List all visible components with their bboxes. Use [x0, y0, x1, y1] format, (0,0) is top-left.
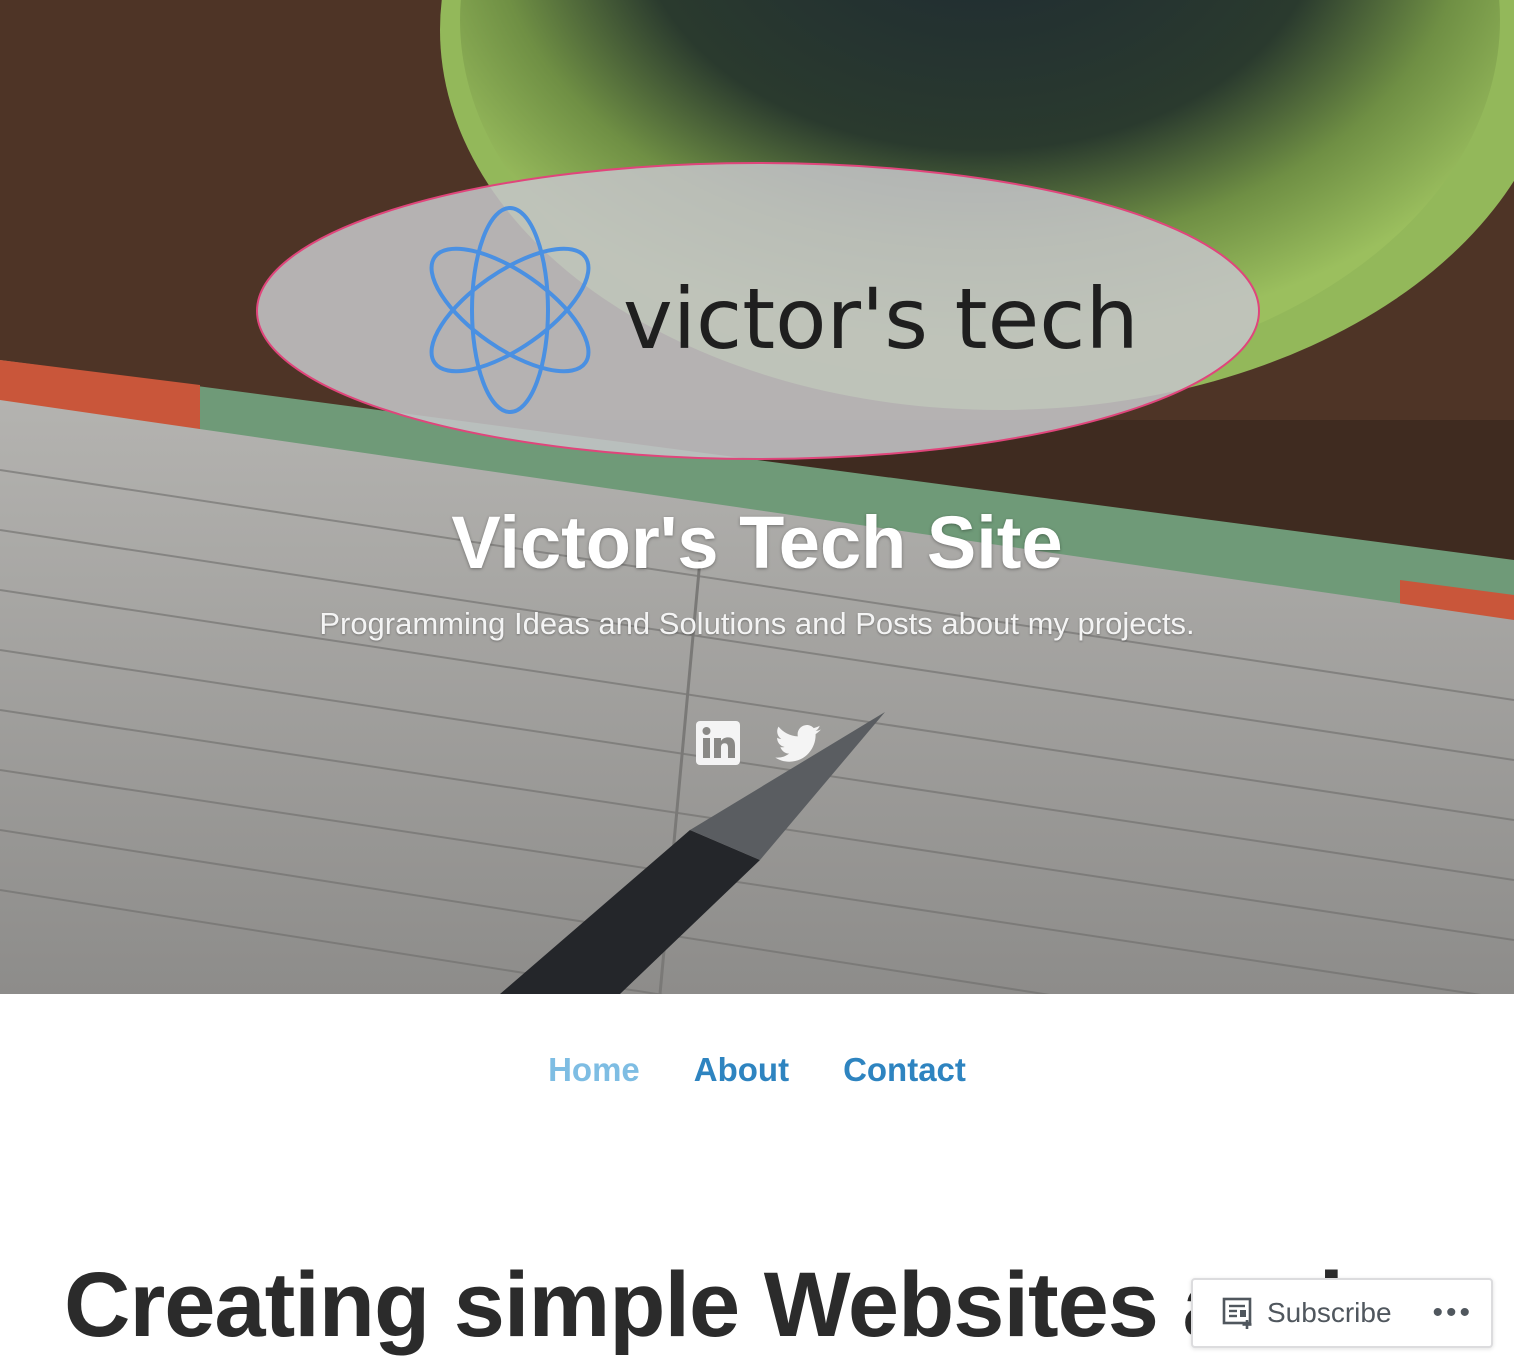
site-logo[interactable]: victor's tech: [255, 160, 1261, 462]
linkedin-icon: [696, 721, 740, 765]
subscribe-button-label[interactable]: Subscribe: [1267, 1297, 1392, 1329]
post-title[interactable]: Creating simple Websites and: [64, 1250, 1344, 1360]
social-links: [695, 720, 825, 770]
twitter-icon: [775, 725, 821, 762]
header-background-image: [0, 0, 1514, 994]
nav-about-link[interactable]: About: [694, 1045, 789, 1095]
site-header-hero: victor's tech Victor's Tech Site Program…: [0, 0, 1514, 994]
nav-home-link[interactable]: Home: [548, 1045, 640, 1095]
reader-subscribe-icon: [1222, 1297, 1252, 1329]
twitter-link[interactable]: [775, 720, 821, 766]
nav-contact-link[interactable]: Contact: [843, 1045, 966, 1095]
logo-text: victor's tech: [623, 270, 1139, 368]
linkedin-link[interactable]: [695, 720, 741, 766]
main-navigation: Home About Contact: [0, 1045, 1514, 1095]
more-options-button[interactable]: •••: [1432, 1298, 1473, 1328]
site-tagline: Programming Ideas and Solutions and Post…: [319, 606, 1195, 641]
site-title[interactable]: Victor's Tech Site: [0, 498, 1514, 588]
subscribe-bar[interactable]: Subscribe •••: [1191, 1278, 1493, 1348]
